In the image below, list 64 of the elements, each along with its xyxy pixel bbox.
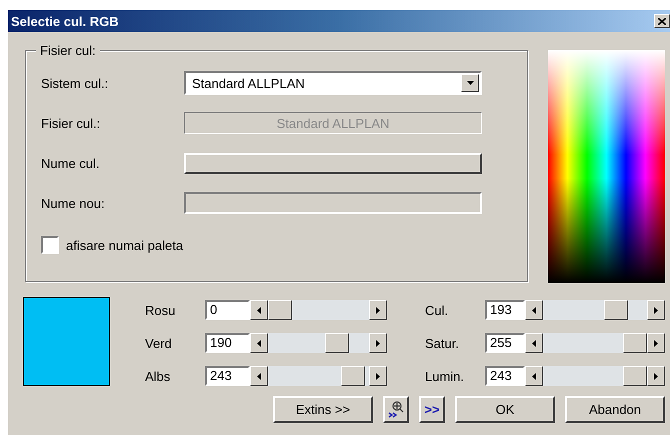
- slider-label: Verd: [145, 336, 173, 350]
- left-arrow-icon: [257, 372, 261, 380]
- right-arrow-icon: [376, 306, 380, 314]
- slider-thumb[interactable]: [268, 300, 292, 320]
- dialog-button[interactable]: OK: [455, 396, 555, 423]
- checkbox-label: afisare numai paleta: [66, 238, 184, 252]
- scroll-right-button[interactable]: [369, 366, 387, 386]
- value-field[interactable]: 243: [485, 366, 525, 386]
- slider-label: Cul.: [425, 302, 450, 318]
- scroll-right-button[interactable]: [647, 366, 665, 386]
- value-field[interactable]: 0: [205, 300, 250, 320]
- left-arrow-icon: [532, 372, 536, 380]
- scroll-left-button[interactable]: [525, 300, 543, 320]
- group-title: Fisier cul:: [36, 43, 100, 58]
- scroll-right-button[interactable]: [647, 300, 665, 320]
- value-field[interactable]: 243: [205, 366, 250, 386]
- field-label: Sistem cul.:: [41, 76, 110, 90]
- value-field[interactable]: 193: [485, 300, 525, 320]
- name-field[interactable]: [184, 152, 482, 174]
- field-label: Nume nou:: [41, 196, 106, 210]
- slider-thumb[interactable]: [604, 300, 628, 320]
- checkbox[interactable]: [41, 236, 59, 254]
- scroll-left-button[interactable]: [250, 300, 268, 320]
- value-field[interactable]: 190: [205, 333, 250, 353]
- left-arrow-icon: [532, 340, 536, 346]
- dialog-button[interactable]: Extins >>: [273, 396, 373, 423]
- input-field[interactable]: [184, 192, 482, 214]
- slider-label: Rosu: [145, 302, 176, 318]
- left-arrow-icon: [257, 306, 261, 314]
- scroll-right-button[interactable]: [647, 333, 665, 353]
- scroll-left-button[interactable]: [250, 333, 268, 353]
- right-arrow-icon: [654, 306, 658, 314]
- dropdown[interactable]: Standard ALLPLAN: [184, 71, 482, 95]
- magnifier-icon: [387, 400, 405, 420]
- value-field[interactable]: 255: [485, 333, 525, 353]
- zoom-button[interactable]: [383, 396, 409, 423]
- scroll-left-button[interactable]: [525, 333, 543, 353]
- right-arrow-icon: [654, 372, 658, 380]
- color-spectrum[interactable]: [548, 50, 665, 283]
- scroll-left-button[interactable]: [525, 366, 543, 386]
- slider-thumb[interactable]: [341, 366, 366, 386]
- dialog-button[interactable]: Abandon: [565, 396, 665, 423]
- slider-thumb[interactable]: [623, 333, 647, 353]
- scroll-right-button[interactable]: [369, 300, 387, 320]
- scroll-right-button[interactable]: [369, 333, 387, 353]
- left-arrow-icon: [532, 306, 536, 314]
- slider-label: Satur.: [425, 336, 460, 350]
- slider-thumb[interactable]: [325, 333, 350, 353]
- scroll-left-button[interactable]: [250, 366, 268, 386]
- right-arrow-icon: [654, 340, 658, 346]
- slider-thumb[interactable]: [623, 366, 647, 386]
- window-title: Selectie cul. RGB: [11, 14, 120, 28]
- field-label: Fisier cul.:: [41, 116, 102, 130]
- slider-label: Lumin.: [425, 368, 466, 384]
- close-icon: [658, 18, 666, 24]
- readonly-field: Standard ALLPLAN: [184, 112, 482, 134]
- right-arrow-icon: [376, 372, 380, 380]
- field-label: Nume cul.: [41, 156, 101, 170]
- expand-button[interactable]: >>: [419, 396, 445, 423]
- close-button[interactable]: [654, 14, 670, 28]
- caret-icon: [466, 81, 474, 85]
- right-arrow-icon: [376, 340, 380, 346]
- left-arrow-icon: [257, 340, 261, 346]
- slider-label: Albs: [145, 368, 172, 384]
